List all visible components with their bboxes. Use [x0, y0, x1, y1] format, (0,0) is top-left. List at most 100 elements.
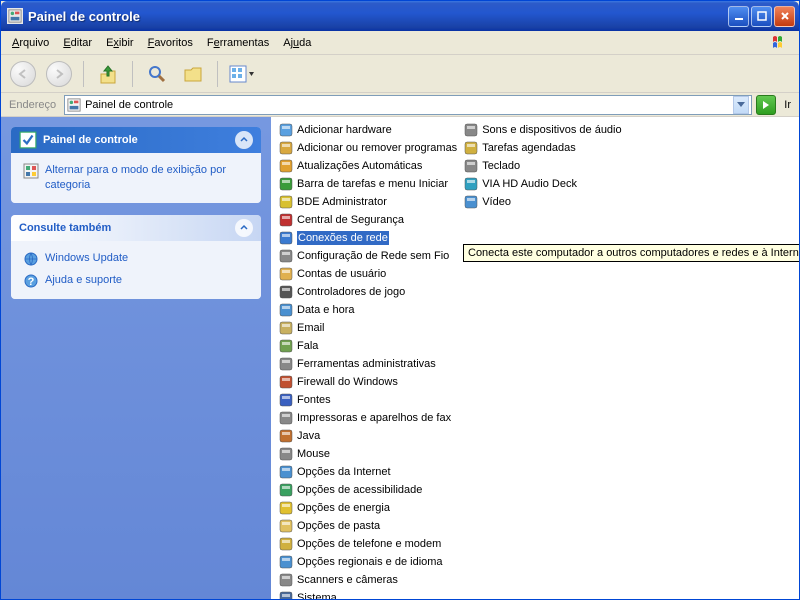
control-panel-item[interactable]: Vídeo	[460, 193, 624, 211]
control-panel-item[interactable]: Opções de telefone e modem	[275, 535, 460, 553]
item-label: Email	[297, 321, 325, 335]
menu-bar: Arquivo Editar Exibir Favoritos Ferramen…	[1, 31, 799, 55]
control-panel-item[interactable]: Opções de pasta	[275, 517, 460, 535]
item-label: Adicionar hardware	[297, 123, 392, 137]
forward-button[interactable]	[43, 58, 75, 90]
item-label: Adicionar ou remover programas	[297, 141, 457, 155]
item-label: Ferramentas administrativas	[297, 357, 436, 371]
control-panel-item[interactable]: Email	[275, 319, 460, 337]
control-panel-item[interactable]: BDE Administrator	[275, 193, 460, 211]
item-label: Opções de acessibilidade	[297, 483, 422, 497]
item-icon	[278, 320, 294, 336]
control-panel-item[interactable]: Opções de acessibilidade	[275, 481, 460, 499]
control-panel-item[interactable]: Opções regionais e de idioma	[275, 553, 460, 571]
content: Painel de controle Alternar para o modo …	[1, 117, 799, 599]
item-icon	[278, 284, 294, 300]
control-panel-item[interactable]: Opções de energia	[275, 499, 460, 517]
item-icon	[278, 500, 294, 516]
item-label: Opções de energia	[297, 501, 390, 515]
control-panel-item[interactable]: Fala	[275, 337, 460, 355]
item-label: Teclado	[482, 159, 520, 173]
item-icon	[278, 338, 294, 354]
item-icon	[278, 482, 294, 498]
control-panel-item[interactable]: VIA HD Audio Deck	[460, 175, 624, 193]
menu-arquivo[interactable]: Arquivo	[5, 34, 56, 52]
control-panel-item[interactable]: Controladores de jogo	[275, 283, 460, 301]
control-panel-item[interactable]: Central de Segurança	[275, 211, 460, 229]
switch-category-view-link[interactable]: Alternar para o modo de exibição por cat…	[23, 163, 249, 193]
control-panel-item[interactable]: Sons e dispositivos de áudio	[460, 121, 624, 139]
control-panel-item[interactable]: Firewall do Windows	[275, 373, 460, 391]
control-panel-item[interactable]: Data e hora	[275, 301, 460, 319]
panel-header[interactable]: Consulte também	[11, 215, 261, 241]
item-icon	[278, 536, 294, 552]
control-panel-item[interactable]: Scanners e câmeras	[275, 571, 460, 589]
control-panel-item[interactable]: Opções da Internet	[275, 463, 460, 481]
control-panel-item[interactable]: Tarefas agendadas	[460, 139, 624, 157]
control-panel-item[interactable]: Barra de tarefas e menu Iniciar	[275, 175, 460, 193]
minimize-button[interactable]	[728, 6, 749, 27]
control-panel-item[interactable]: Fontes	[275, 391, 460, 409]
menu-editar[interactable]: Editar	[56, 34, 99, 52]
item-icon	[278, 248, 294, 264]
item-column-1: Adicionar hardware Adicionar ou remover p…	[275, 121, 460, 599]
divider	[132, 61, 133, 87]
item-icon	[278, 302, 294, 318]
main-area: Adicionar hardware Adicionar ou remover p…	[271, 117, 799, 599]
panel-body: Alternar para o modo de exibição por cat…	[11, 153, 261, 203]
views-button[interactable]	[226, 58, 258, 90]
help-support-link[interactable]: ? Ajuda e suporte	[23, 273, 249, 289]
divider	[83, 61, 84, 87]
control-panel-item[interactable]: Atualizações Automáticas	[275, 157, 460, 175]
item-label: Configuração de Rede sem Fio	[297, 249, 449, 263]
maximize-button[interactable]	[751, 6, 772, 27]
item-icon	[278, 428, 294, 444]
collapse-icon[interactable]	[235, 131, 253, 149]
control-panel-item[interactable]: Impressoras e aparelhos de fax	[275, 409, 460, 427]
back-button[interactable]	[7, 58, 39, 90]
help-icon: ?	[23, 273, 39, 289]
menu-favoritos[interactable]: Favoritos	[141, 34, 200, 52]
close-button[interactable]	[774, 6, 795, 27]
item-icon	[278, 356, 294, 372]
go-button[interactable]	[756, 95, 776, 115]
item-label: Opções de pasta	[297, 519, 380, 533]
item-icon	[278, 122, 294, 138]
control-panel-item[interactable]: Adicionar ou remover programas	[275, 139, 460, 157]
control-panel-item[interactable]: Java	[275, 427, 460, 445]
tooltip: Conecta este computador a outros computa…	[463, 244, 799, 262]
window-title: Painel de controle	[28, 9, 728, 24]
windows-update-link[interactable]: Windows Update	[23, 251, 249, 267]
menu-exibir[interactable]: Exibir	[99, 34, 141, 52]
search-button[interactable]	[141, 58, 173, 90]
item-icon	[463, 158, 479, 174]
control-panel-item[interactable]: Contas de usuário	[275, 265, 460, 283]
toolbar	[1, 55, 799, 93]
control-panel-item[interactable]: Configuração de Rede sem Fio	[275, 247, 460, 265]
control-panel-item[interactable]: Sistema	[275, 589, 460, 599]
up-button[interactable]	[92, 58, 124, 90]
panel-header[interactable]: Painel de controle	[11, 127, 261, 153]
item-icon	[278, 140, 294, 156]
sidebar: Painel de controle Alternar para o modo …	[1, 117, 271, 599]
control-panel-item[interactable]: Ferramentas administrativas	[275, 355, 460, 373]
globe-icon	[23, 251, 39, 267]
item-icon	[278, 212, 294, 228]
item-label: Controladores de jogo	[297, 285, 405, 299]
link-text: Alternar para o modo de exibição por cat…	[45, 163, 249, 193]
address-dropdown[interactable]	[733, 96, 749, 114]
address-input[interactable]: Painel de controle	[64, 95, 752, 115]
control-panel-item[interactable]: Teclado	[460, 157, 624, 175]
go-label: Ir	[780, 99, 795, 111]
folders-button[interactable]	[177, 58, 209, 90]
menu-ferramentas[interactable]: Ferramentas	[200, 34, 276, 52]
panel-title: Painel de controle	[43, 134, 138, 146]
collapse-icon[interactable]	[235, 219, 253, 237]
item-icon	[278, 572, 294, 588]
control-panel-item[interactable]: Conexões de rede	[275, 229, 460, 247]
item-label: Fontes	[297, 393, 331, 407]
menu-ajuda[interactable]: Ajuda	[276, 34, 318, 52]
control-panel-item[interactable]: Mouse	[275, 445, 460, 463]
control-panel-item[interactable]: Adicionar hardware	[275, 121, 460, 139]
item-icon	[278, 158, 294, 174]
